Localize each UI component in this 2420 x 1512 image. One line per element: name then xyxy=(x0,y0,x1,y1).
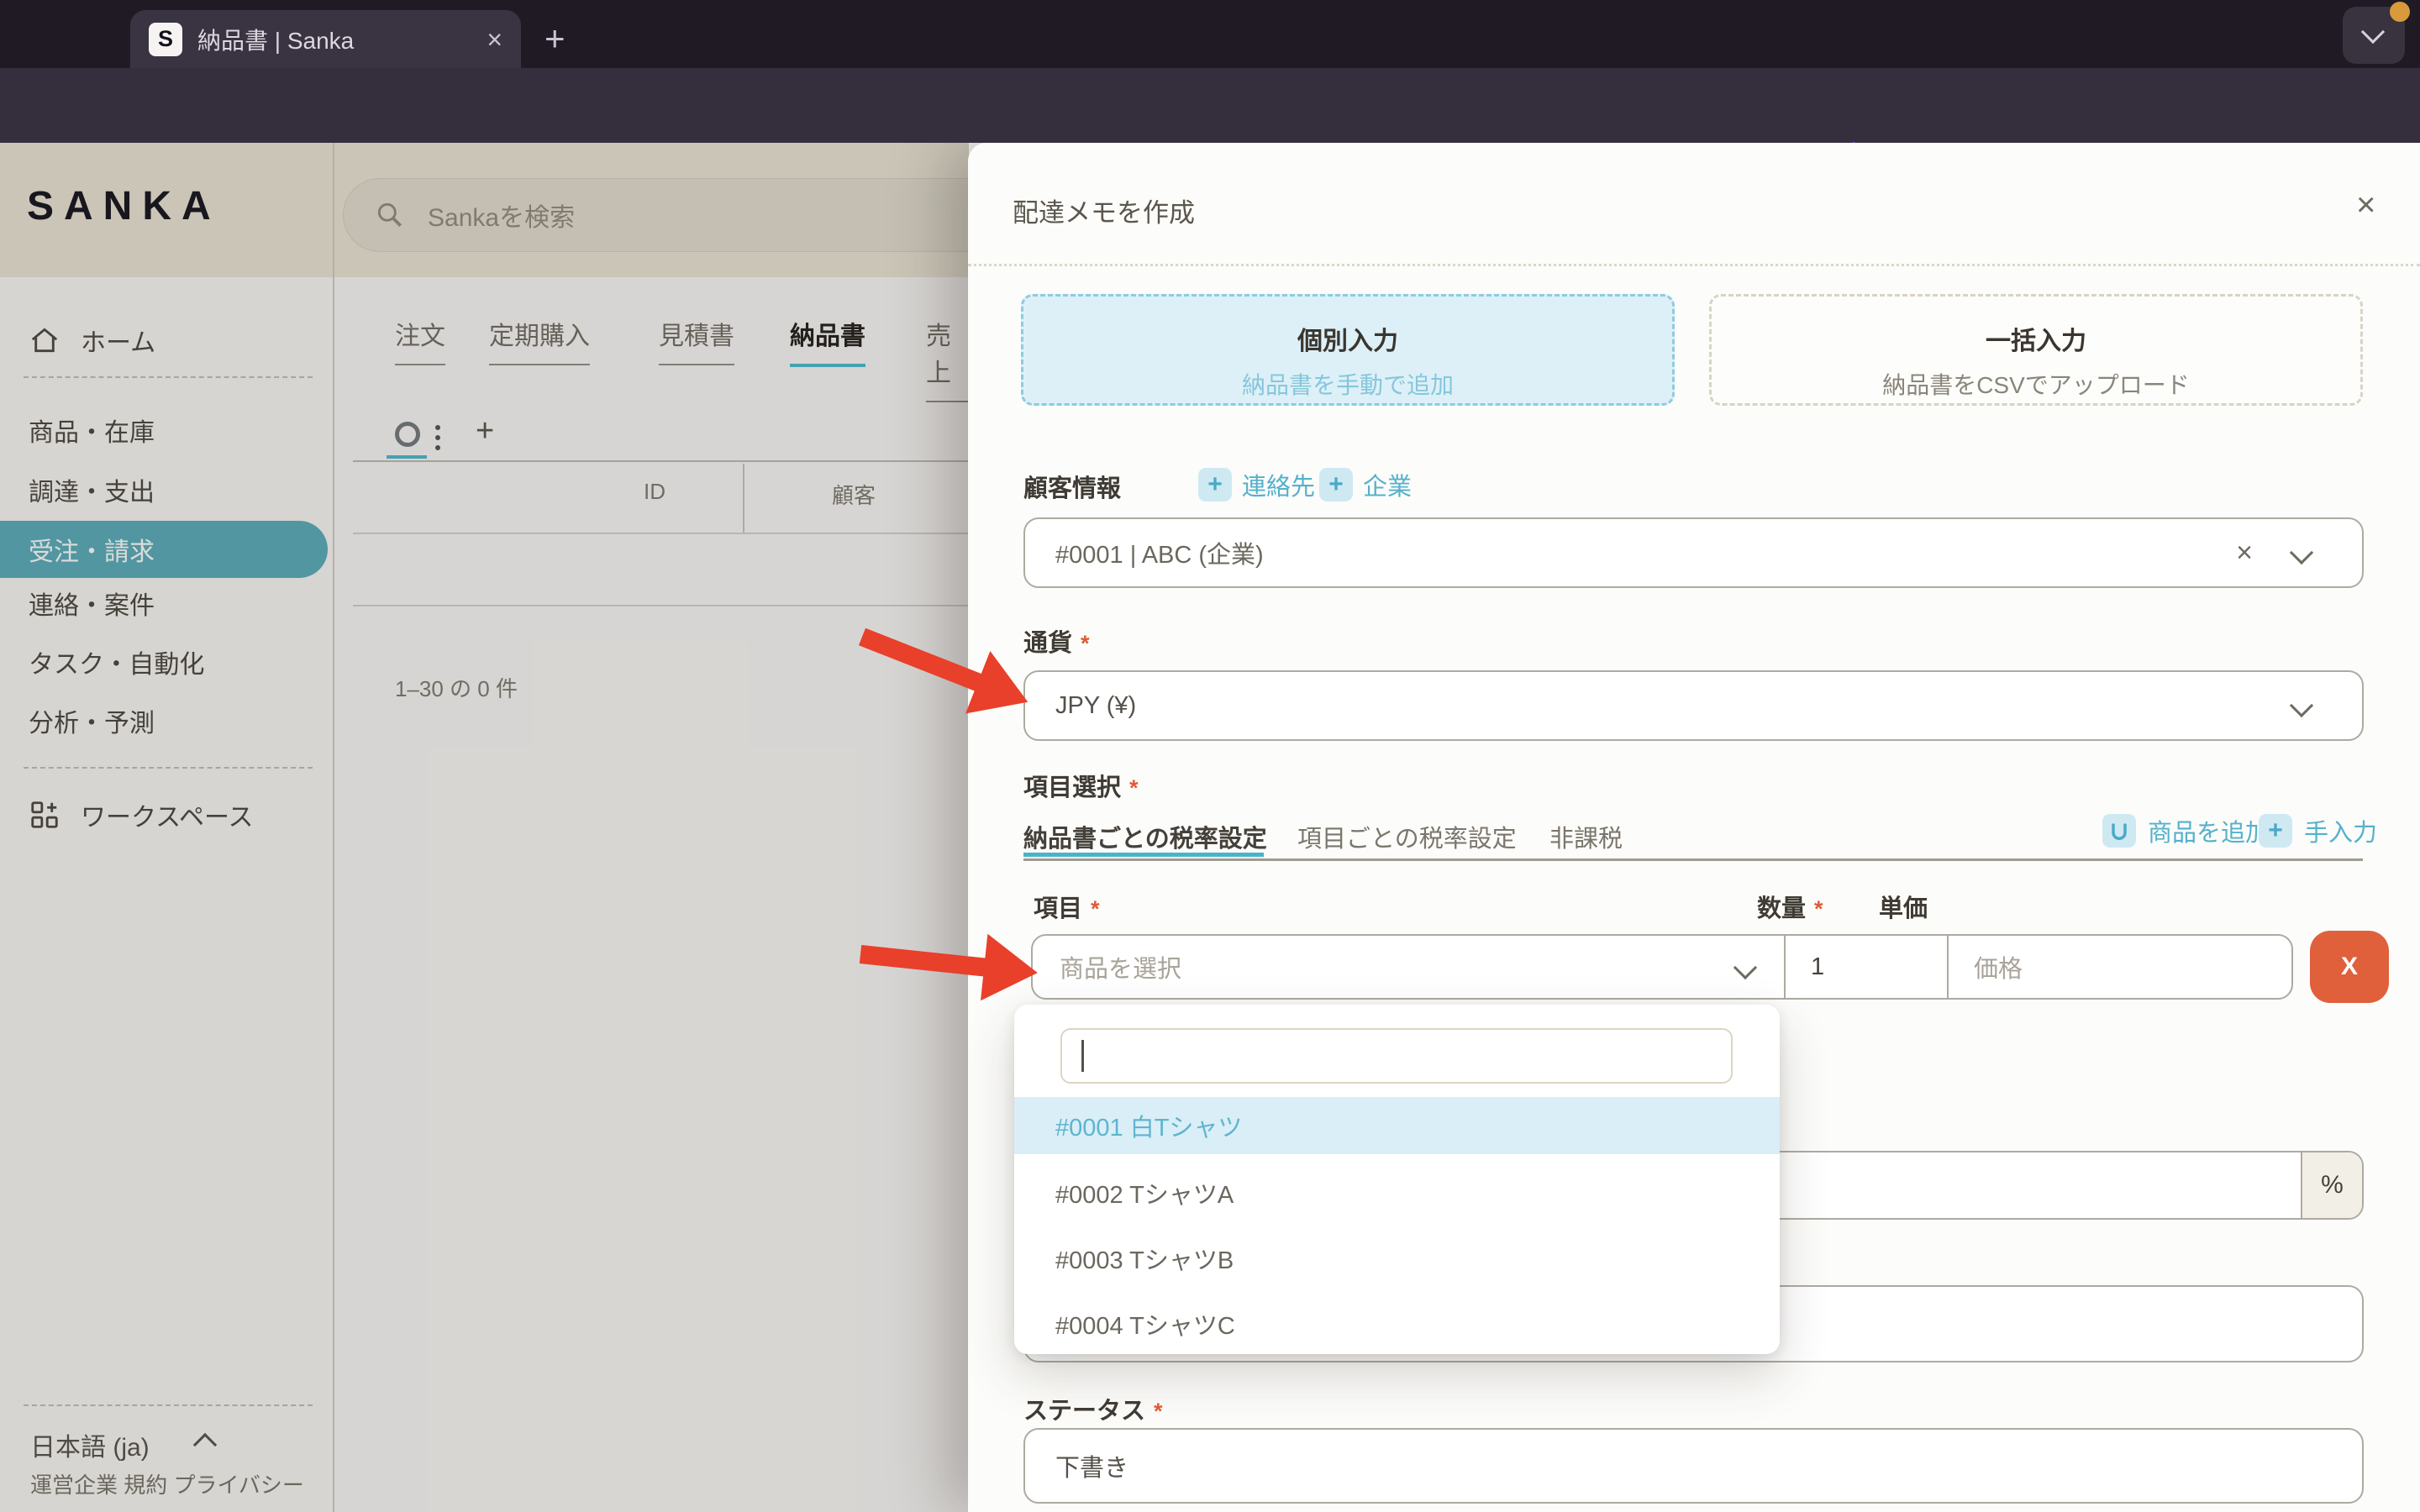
add-company-label: 企業 xyxy=(1363,474,1413,501)
mode-subtitle: 納品書をCSVでアップロード xyxy=(1882,372,2190,398)
column-item-label: 項目 * xyxy=(1034,895,1100,922)
update-dot-badge xyxy=(2390,2,2410,22)
tax-tab-exempt[interactable]: 非課税 xyxy=(1549,819,1623,854)
text-cursor xyxy=(1081,1040,1084,1072)
mode-title: 個別入力 xyxy=(1297,328,1398,355)
currency-select-value: JPY (¥) xyxy=(1055,691,1137,719)
status-select[interactable]: 下書き xyxy=(1023,1428,2364,1504)
customer-info-label: 顧客情報 xyxy=(1023,475,1122,502)
plus-icon: + xyxy=(1319,468,1353,501)
dropdown-option[interactable]: #0004 TシャツC xyxy=(1014,1295,1780,1352)
screen: S 納品書 | Sanka × + ← → app.sanka.io/ja xyxy=(0,0,2420,1512)
tab-close-icon[interactable]: × xyxy=(487,26,502,53)
clear-icon[interactable]: × xyxy=(2236,537,2253,570)
tax-tab-per-item[interactable]: 項目ごとの税率設定 xyxy=(1297,819,1517,854)
status-label: ステータス * xyxy=(1023,1398,1163,1425)
tab-title: 納品書 | Sanka xyxy=(197,27,355,54)
create-delivery-note-drawer: 配達メモを作成 × 個別入力 納品書を手動で追加 一括入力 納品書をCSVでアッ… xyxy=(968,143,2420,1512)
manual-entry-button[interactable]: + 手入力 xyxy=(2259,813,2377,848)
modal-dim-overlay xyxy=(0,143,969,1512)
dropdown-search-input[interactable] xyxy=(1060,1028,1733,1084)
chevron-down-icon[interactable] xyxy=(2289,693,2314,718)
tax-tabs-rule xyxy=(1023,858,2363,861)
plus-icon: + xyxy=(1198,468,1232,501)
add-contact-label: 連絡先 xyxy=(1242,474,1316,501)
quantity-input[interactable]: 1 xyxy=(1811,953,1824,981)
active-tax-tab-underline xyxy=(1023,853,1264,857)
manual-entry-label: 手入力 xyxy=(2304,820,2378,847)
chevron-down-icon xyxy=(2360,19,2386,45)
currency-select[interactable]: JPY (¥) xyxy=(1023,670,2364,741)
chevron-down-icon[interactable] xyxy=(2289,540,2314,565)
tab-favicon: S xyxy=(149,22,182,56)
add-product-label: 商品を追加 xyxy=(2148,820,2270,847)
percent-suffix: % xyxy=(2301,1152,2362,1218)
product-select[interactable]: 商品を選択 xyxy=(1060,949,1181,984)
drawer-title: 配達メモを作成 xyxy=(1013,198,1195,228)
plus-icon: + xyxy=(2259,814,2292,848)
product-dropdown: #0001 白Tシャツ #0002 TシャツA #0003 TシャツB #000… xyxy=(1014,1005,1780,1354)
browser-tab[interactable]: S 納品書 | Sanka × xyxy=(130,10,521,68)
add-contact-button[interactable]: + 連絡先 xyxy=(1198,467,1315,502)
shopping-bag-icon xyxy=(2102,814,2136,848)
column-qty-label: 数量 * xyxy=(1757,895,1823,922)
add-company-button[interactable]: + 企業 xyxy=(1319,467,1412,502)
browser-toolbar: ← → app.sanka.io/ja/modules/orders/deliv… xyxy=(0,68,2420,200)
add-product-button[interactable]: 商品を追加 xyxy=(2102,813,2270,848)
price-input[interactable]: 価格 xyxy=(1974,949,2023,984)
chevron-down-icon[interactable] xyxy=(1733,955,1758,980)
mode-individual-card[interactable]: 個別入力 納品書を手動で追加 xyxy=(1021,294,1675,406)
drawer-close-icon[interactable]: × xyxy=(2356,186,2375,224)
tab-search-button[interactable] xyxy=(2343,2,2410,64)
dropdown-option[interactable]: #0002 TシャツA xyxy=(1014,1164,1780,1221)
dropdown-option[interactable]: #0001 白Tシャツ xyxy=(1014,1097,1780,1154)
browser-tabstrip: S 納品書 | Sanka × + xyxy=(0,0,2420,68)
app-window: SANKA ホーム 商品・在庫 調達・支出 受注・請求 連絡・案件 タスク・自動… xyxy=(0,143,2420,1512)
item-row: 商品を選択 1 価格 xyxy=(1031,934,2293,1000)
status-select-value: 下書き xyxy=(1055,1455,1129,1482)
tax-tab-per-note[interactable]: 納品書ごとの税率設定 xyxy=(1023,819,1267,854)
item-selection-label: 項目選択 * xyxy=(1023,774,1139,801)
drag-handle-icon[interactable] xyxy=(1008,960,1014,984)
mode-subtitle: 納品書を手動で追加 xyxy=(1241,372,1454,398)
row-divider xyxy=(1947,936,1949,998)
row-divider xyxy=(1784,936,1786,998)
drawer-divider xyxy=(968,264,2420,266)
dropdown-option[interactable]: #0003 TシャツB xyxy=(1014,1230,1780,1287)
customer-select-value: #0001 | ABC (企業) xyxy=(1055,542,1264,569)
mode-title: 一括入力 xyxy=(1986,328,2086,355)
new-tab-button[interactable]: + xyxy=(544,18,566,59)
currency-label: 通貨 * xyxy=(1023,630,1090,657)
mode-bulk-card[interactable]: 一括入力 納品書をCSVでアップロード xyxy=(1709,294,2363,406)
customer-select[interactable]: #0001 | ABC (企業) × xyxy=(1023,517,2364,588)
delete-row-button[interactable]: X xyxy=(2310,931,2389,1003)
column-price-label: 単価 xyxy=(1879,895,1928,922)
